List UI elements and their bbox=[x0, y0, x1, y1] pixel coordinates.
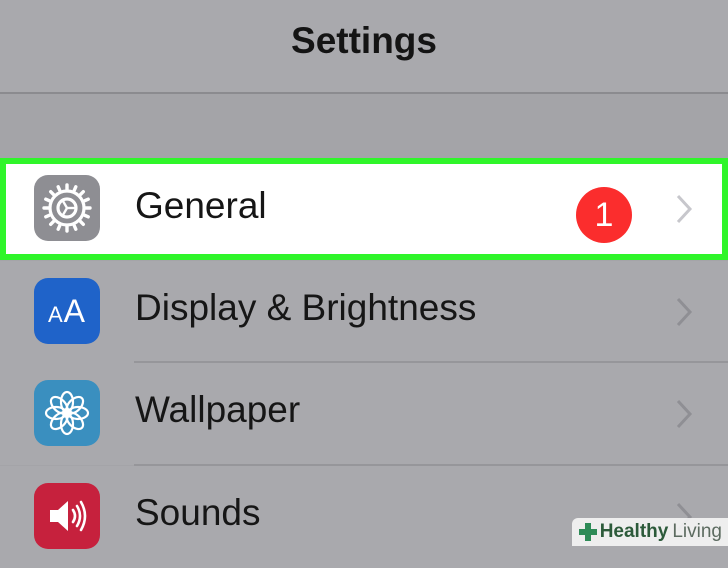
settings-row-label: Sounds bbox=[135, 492, 261, 533]
section-spacer bbox=[0, 94, 728, 156]
settings-row-general[interactable]: General 1 bbox=[0, 158, 728, 260]
notification-badge: 1 bbox=[576, 187, 632, 243]
page-title: Settings bbox=[291, 20, 437, 61]
watermark: Healthy Living bbox=[571, 518, 728, 546]
speaker-icon bbox=[34, 483, 100, 549]
settings-row-label: General bbox=[135, 185, 267, 226]
settings-row-display-brightness[interactable]: AA Display & Brightness bbox=[0, 261, 728, 363]
text-size-icon-small-a: A bbox=[47, 301, 64, 327]
cross-logo-icon bbox=[578, 523, 597, 541]
settings-row-sounds[interactable]: Sounds bbox=[0, 466, 728, 568]
settings-row-label: Display & Brightness bbox=[135, 287, 477, 328]
chevron-right-icon bbox=[676, 194, 693, 224]
watermark-brand: Healthy bbox=[599, 521, 669, 542]
text-size-icon-large-a: A bbox=[63, 292, 87, 329]
gear-icon bbox=[34, 175, 100, 241]
text-size-icon: AA bbox=[34, 278, 100, 344]
flower-icon bbox=[34, 380, 100, 446]
navigation-bar: Settings bbox=[0, 0, 728, 94]
chevron-right-icon bbox=[676, 399, 693, 429]
chevron-right-icon bbox=[676, 297, 693, 327]
watermark-suffix: Living bbox=[672, 521, 722, 542]
settings-row-label: Wallpaper bbox=[135, 389, 301, 430]
settings-row-wallpaper[interactable]: Wallpaper bbox=[0, 363, 728, 465]
